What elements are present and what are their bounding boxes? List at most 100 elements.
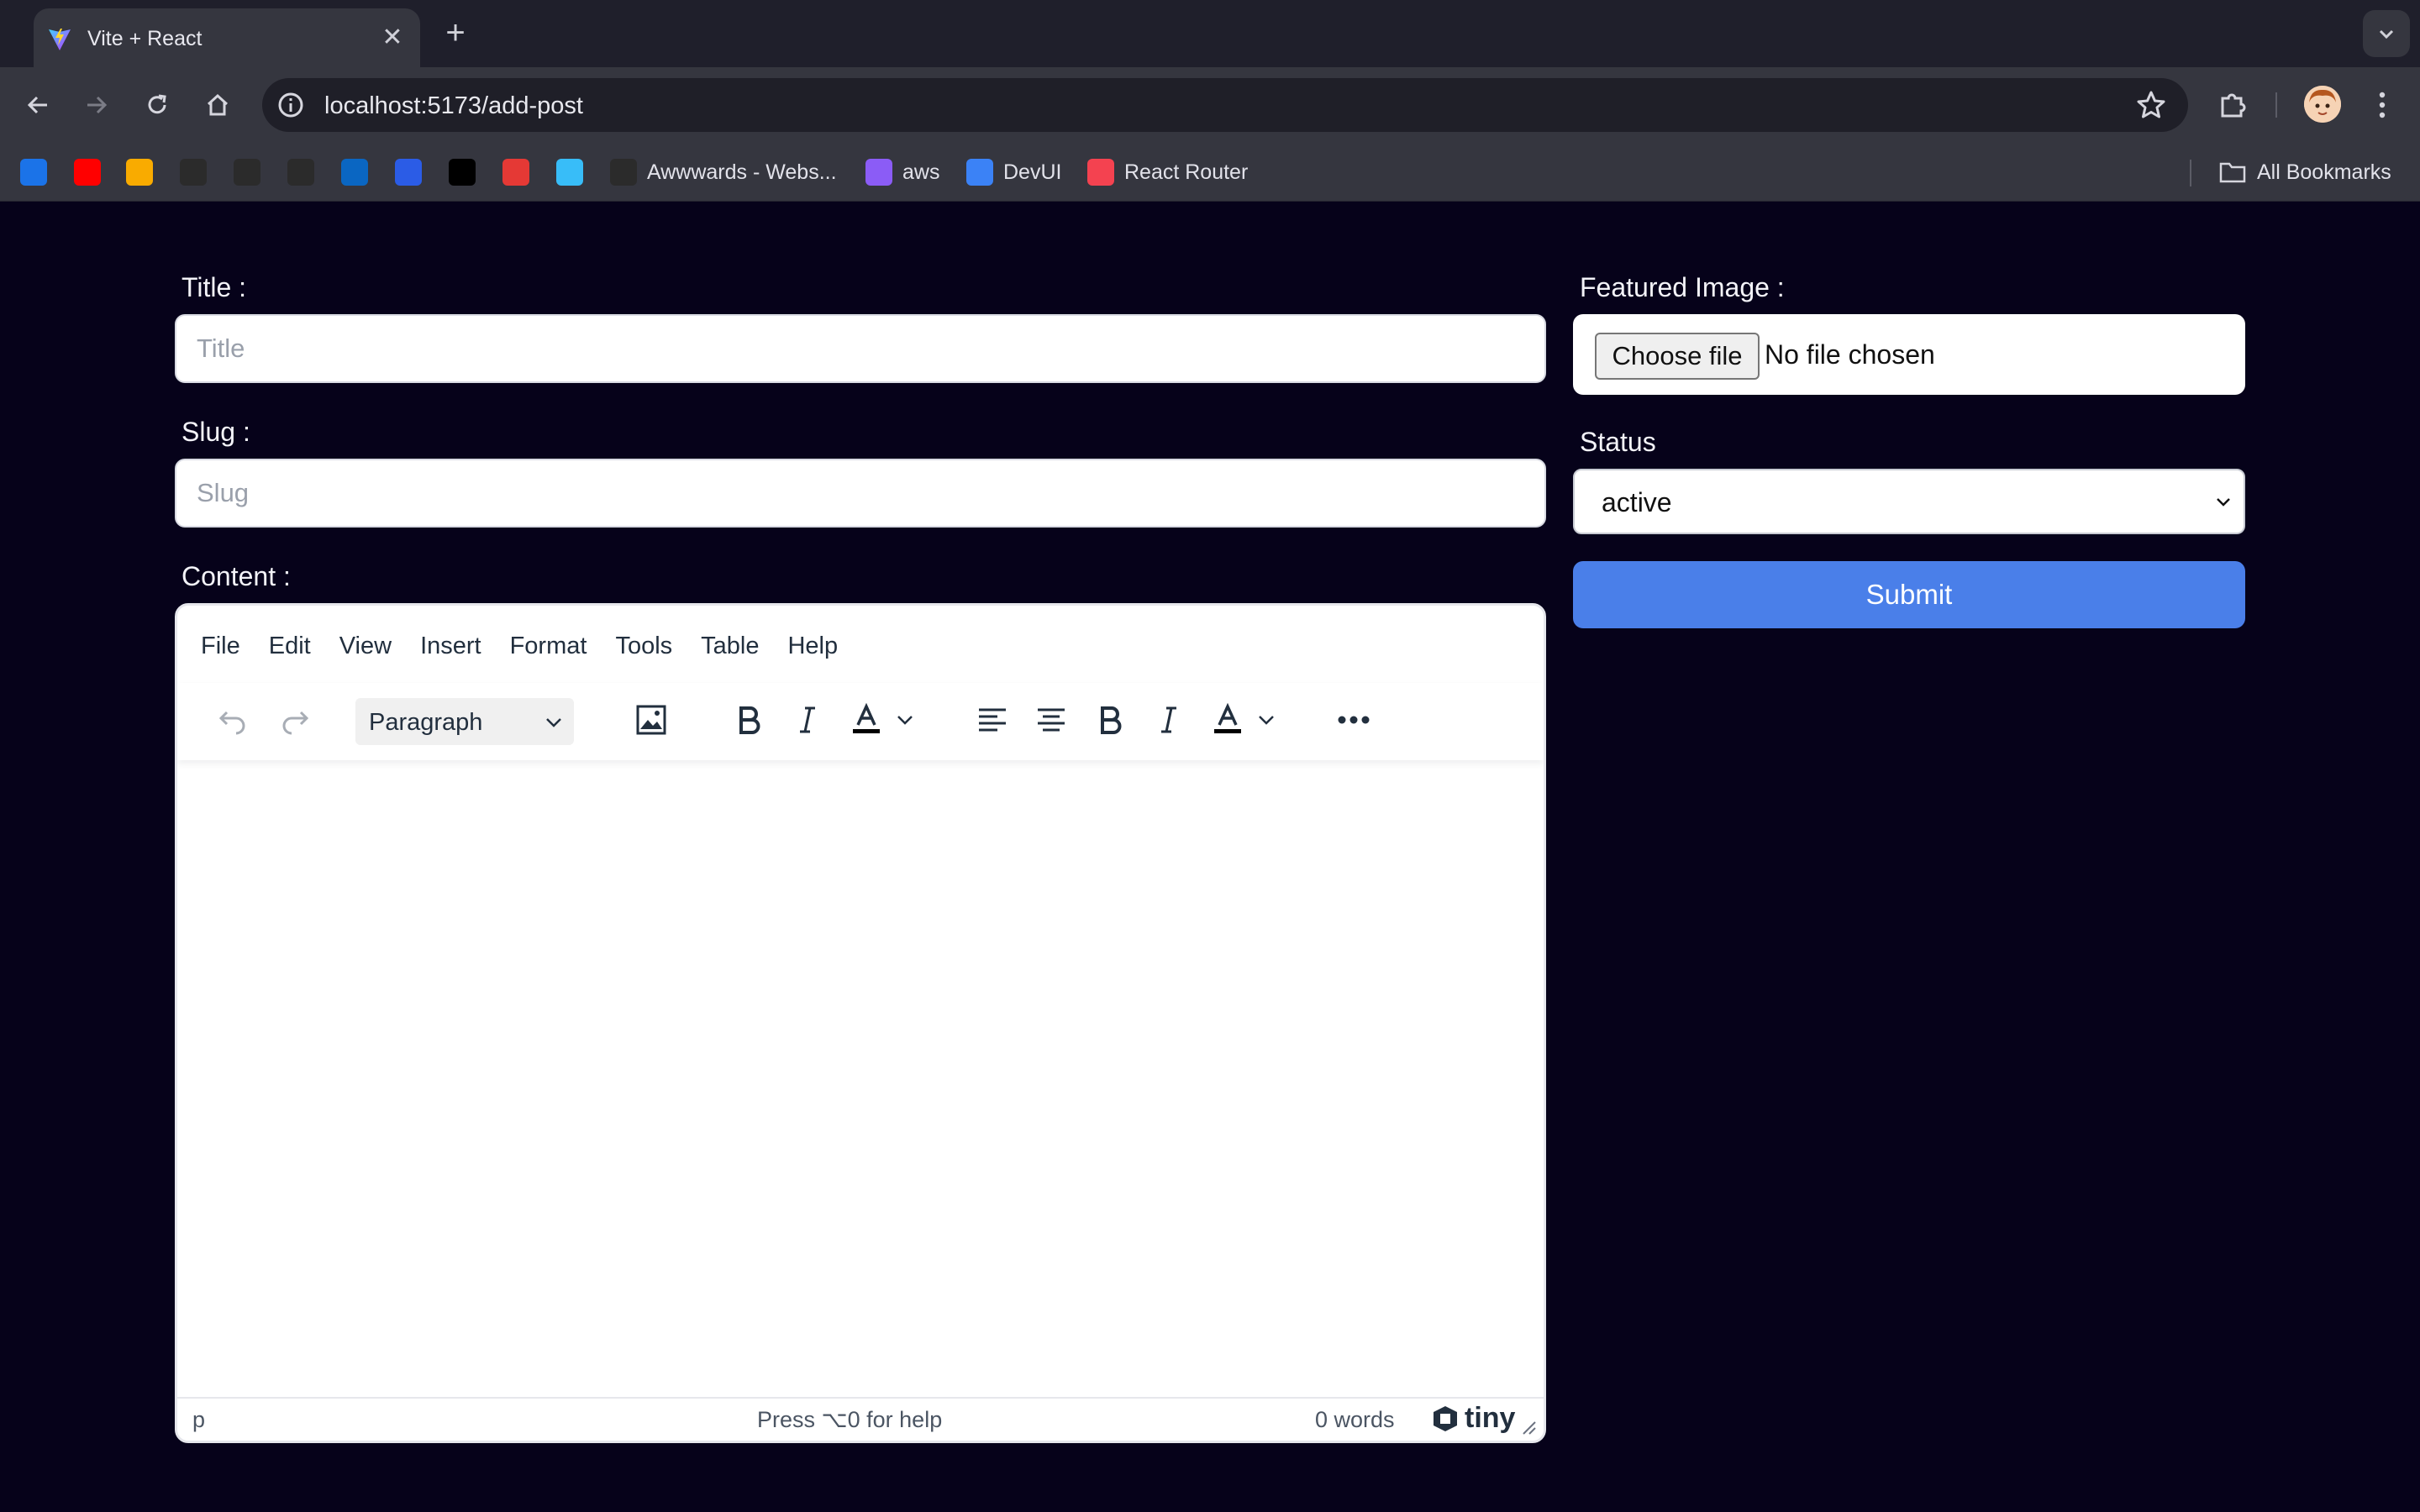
- bookmark-star-icon[interactable]: [2134, 88, 2168, 122]
- align-left-icon: [979, 708, 1006, 732]
- m-icon: [449, 159, 476, 186]
- chevron-down-icon: [2379, 29, 2394, 39]
- avatar-icon: [2304, 86, 2341, 123]
- help-hint: Press ⌥0 for help: [757, 1407, 943, 1432]
- block-format-select[interactable]: Paragraph: [355, 698, 574, 745]
- bold-button-2[interactable]: [1086, 696, 1134, 743]
- home-button[interactable]: [197, 84, 239, 126]
- youtube-icon: [74, 159, 101, 186]
- title-label: Title :: [182, 272, 247, 302]
- linkedin-icon: [341, 159, 368, 186]
- menu-tools[interactable]: Tools: [615, 624, 672, 668]
- submit-button[interactable]: Submit: [1573, 561, 2245, 628]
- bookmark-item[interactable]: [20, 157, 47, 187]
- forward-button[interactable]: [76, 84, 118, 126]
- menu-insert[interactable]: Insert: [420, 624, 481, 668]
- c-icon: [395, 159, 422, 186]
- bookmark-label: React Router: [1124, 160, 1249, 184]
- chevron-down-icon: [1259, 716, 1274, 725]
- bookmark-item[interactable]: aws: [865, 157, 939, 187]
- bookmark-item[interactable]: [180, 157, 207, 187]
- element-path[interactable]: p: [192, 1407, 205, 1433]
- bookmark-item[interactable]: React Router: [1087, 157, 1248, 187]
- more-horizontal-icon: [1338, 716, 1370, 724]
- bookmark-item[interactable]: [126, 157, 153, 187]
- kebab-menu-icon: [2379, 92, 2386, 118]
- back-button[interactable]: [17, 84, 59, 126]
- profile-avatar[interactable]: [2304, 86, 2341, 123]
- chevron-down-icon: [546, 718, 561, 727]
- menu-view[interactable]: View: [339, 624, 392, 668]
- extensions-button[interactable]: [2212, 84, 2254, 126]
- awwwards-icon: [610, 159, 637, 186]
- close-tab-icon[interactable]: ✕: [376, 22, 408, 54]
- bookmark-item[interactable]: [287, 157, 314, 187]
- bookmark-item[interactable]: Awwwards - Webs...: [610, 157, 837, 187]
- browser-toolbar: localhost:5173/add-post: [0, 67, 2420, 143]
- word-count[interactable]: 0 words: [1315, 1407, 1395, 1433]
- text-color-dropdown[interactable]: [890, 696, 920, 743]
- swatch-icon: [180, 159, 207, 186]
- back-arrow-icon: [27, 96, 47, 114]
- bookmark-item[interactable]: [341, 157, 368, 187]
- menu-help[interactable]: Help: [787, 624, 838, 668]
- tiny-brand-text: tiny: [1465, 1402, 1516, 1434]
- status-select[interactable]: active: [1573, 469, 2245, 534]
- home-icon: [207, 93, 229, 116]
- undo-button[interactable]: [208, 696, 258, 743]
- site-info-icon[interactable]: [276, 90, 306, 120]
- text-color-button-2[interactable]: [1204, 696, 1251, 743]
- menu-file[interactable]: File: [201, 624, 240, 668]
- bookmark-item[interactable]: [449, 157, 476, 187]
- bookmark-item[interactable]: DevUI: [966, 157, 1061, 187]
- bookmark-item[interactable]: [502, 157, 529, 187]
- align-left-button[interactable]: [969, 696, 1016, 743]
- forward-arrow-icon: [87, 96, 108, 114]
- mountain-icon: [234, 159, 260, 186]
- menu-table[interactable]: Table: [701, 624, 759, 668]
- editor-content-area[interactable]: [177, 760, 1544, 1402]
- choose-file-button[interactable]: Choose file: [1595, 333, 1760, 380]
- more-tools-button[interactable]: [1328, 696, 1379, 743]
- tiny-brand-link[interactable]: tiny: [1431, 1402, 1515, 1435]
- tab-search-button[interactable]: [2363, 10, 2410, 57]
- status-select-value: active: [1602, 487, 1672, 517]
- redo-icon: [282, 711, 309, 735]
- reload-button[interactable]: [136, 84, 178, 126]
- featured-image-input[interactable]: Choose file No file chosen: [1573, 314, 2245, 395]
- bookmark-item[interactable]: [74, 157, 101, 187]
- devui-icon: [966, 159, 993, 186]
- analytics-icon: [126, 159, 153, 186]
- browser-tab[interactable]: Vite + React ✕: [34, 8, 420, 67]
- align-center-button[interactable]: [1028, 696, 1075, 743]
- bold-button[interactable]: [725, 696, 772, 743]
- new-tab-button[interactable]: +: [435, 13, 476, 54]
- italic-button-2[interactable]: [1145, 696, 1192, 743]
- resize-handle-icon[interactable]: [1518, 1417, 1537, 1436]
- address-bar[interactable]: localhost:5173/add-post: [262, 78, 2188, 132]
- chevron-down-icon: [2217, 498, 2230, 507]
- bookmark-item[interactable]: [395, 157, 422, 187]
- slug-input[interactable]: Slug: [175, 459, 1546, 528]
- italic-icon: [1161, 706, 1176, 733]
- bookmarks-separator: [2190, 160, 2191, 186]
- browser-menu-button[interactable]: [2361, 84, 2403, 126]
- toolbar-separator: [2275, 92, 2277, 118]
- tiny-logo-icon: [1434, 1405, 1457, 1431]
- menu-format[interactable]: Format: [510, 624, 587, 668]
- all-bookmarks-label: All Bookmarks: [2257, 160, 2391, 184]
- text-color-dropdown-2[interactable]: [1251, 696, 1281, 743]
- menu-edit[interactable]: Edit: [269, 624, 311, 668]
- redo-button[interactable]: [270, 696, 320, 743]
- file-status: No file chosen: [1765, 339, 1935, 370]
- italic-button[interactable]: [784, 696, 831, 743]
- insert-image-button[interactable]: [626, 696, 676, 743]
- all-bookmarks-button[interactable]: All Bookmarks: [2218, 157, 2391, 187]
- bookmark-item[interactable]: [234, 157, 260, 187]
- title-input[interactable]: Title: [175, 314, 1546, 383]
- text-color-button[interactable]: [843, 696, 890, 743]
- bookmark-item[interactable]: [556, 157, 583, 187]
- url-text[interactable]: localhost:5173/add-post: [324, 92, 583, 120]
- block-format-value: Paragraph: [369, 709, 483, 736]
- editor-statusbar: p Press ⌥0 for help 0 words tiny: [177, 1397, 1544, 1441]
